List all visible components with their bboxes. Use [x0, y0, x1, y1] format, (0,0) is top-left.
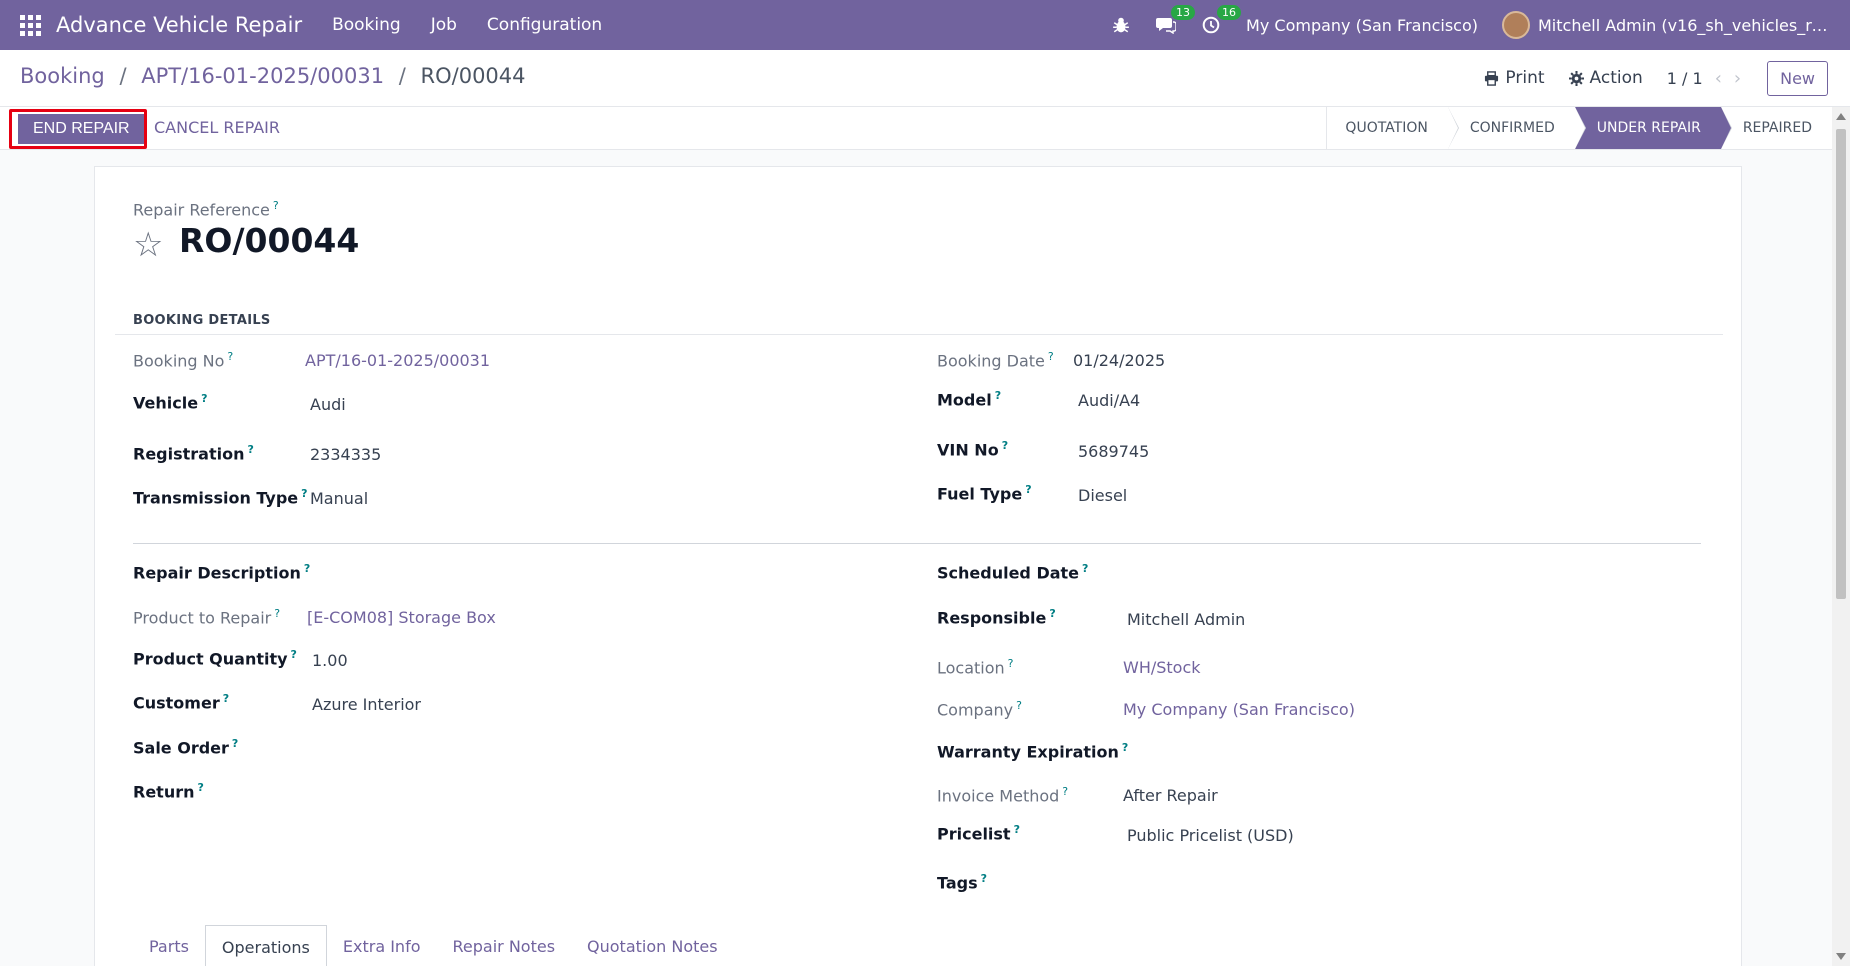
- stage-confirmed[interactable]: CONFIRMED: [1447, 107, 1586, 149]
- vin-no-label: VIN No?: [937, 439, 1009, 460]
- debug-bug-icon[interactable]: [1112, 16, 1130, 34]
- group-divider: [133, 543, 1701, 544]
- repair-reference-value: RO/00044: [179, 221, 360, 260]
- product-to-repair-label: Product to Repair?: [133, 607, 281, 628]
- booking-date-value[interactable]: 01/24/2025: [1073, 351, 1165, 370]
- pricelist-label: Pricelist?: [937, 823, 1020, 844]
- breadcrumb: Booking / APT/16-01-2025/00031 / RO/0004…: [20, 64, 526, 88]
- breadcrumb-current: RO/00044: [420, 64, 526, 88]
- tab-extra-info[interactable]: Extra Info: [327, 925, 437, 966]
- tab-parts[interactable]: Parts: [133, 925, 205, 966]
- pager-next-icon[interactable]: ›: [1734, 68, 1741, 89]
- sale-order-label: Sale Order?: [133, 737, 239, 758]
- stage-pipeline: QUOTATION CONFIRMED UNDER REPAIR REPAIRE…: [1326, 107, 1832, 149]
- pricelist-value[interactable]: Public Pricelist (USD): [1127, 826, 1294, 845]
- registration-label: Registration?: [133, 443, 254, 464]
- activities-clock-icon[interactable]: 16: [1202, 5, 1242, 34]
- location-label: Location?: [937, 657, 1014, 678]
- apps-grid-icon[interactable]: [18, 13, 42, 37]
- repair-reference-label: Repair Reference?: [133, 199, 279, 220]
- breadcrumb-booking[interactable]: Booking: [20, 64, 105, 88]
- repair-description-label: Repair Description?: [133, 562, 311, 583]
- product-quantity-value[interactable]: 1.00: [312, 651, 348, 670]
- tags-label: Tags?: [937, 872, 988, 893]
- warranty-expiration-label: Warranty Expiration?: [937, 741, 1129, 762]
- scroll-up-arrow-icon[interactable]: [1836, 113, 1846, 120]
- booking-no-label: Booking No?: [133, 350, 234, 371]
- user-menu[interactable]: Mitchell Admin (v16_sh_vehicles_repair_m…: [1538, 16, 1836, 35]
- messages-chat-icon[interactable]: 13: [1156, 5, 1196, 34]
- tab-quotation-notes[interactable]: Quotation Notes: [571, 925, 734, 966]
- cancel-repair-button[interactable]: CANCEL REPAIR: [154, 118, 280, 137]
- user-avatar[interactable]: [1502, 11, 1530, 39]
- model-value[interactable]: Audi/A4: [1078, 391, 1140, 410]
- customer-value[interactable]: Azure Interior: [312, 695, 421, 714]
- print-button[interactable]: Print: [1484, 68, 1545, 88]
- end-repair-highlight-box: [9, 109, 147, 149]
- action-label: Action: [1589, 68, 1643, 88]
- transmission-type-value[interactable]: Manual: [310, 489, 368, 508]
- control-panel: Booking / APT/16-01-2025/00031 / RO/0004…: [0, 50, 1850, 107]
- activities-count-badge: 16: [1217, 5, 1242, 20]
- product-to-repair-value[interactable]: [E-COM08] Storage Box: [307, 608, 496, 627]
- tab-repair-notes[interactable]: Repair Notes: [437, 925, 572, 966]
- customer-label: Customer?: [133, 692, 230, 713]
- pager-value[interactable]: 1 / 1: [1667, 69, 1703, 88]
- stage-under-repair[interactable]: UNDER REPAIR: [1574, 107, 1732, 149]
- stage-quotation[interactable]: QUOTATION: [1327, 107, 1460, 149]
- messages-count-badge: 13: [1171, 5, 1196, 20]
- breadcrumb-separator: /: [119, 64, 127, 88]
- gear-icon: [1568, 70, 1584, 86]
- vehicle-value[interactable]: Audi: [310, 395, 346, 414]
- responsible-label: Responsible?: [937, 607, 1056, 628]
- scroll-down-arrow-icon[interactable]: [1836, 953, 1846, 960]
- tab-operations[interactable]: Operations: [204, 925, 327, 966]
- page-scrollbar[interactable]: [1832, 107, 1850, 966]
- fuel-type-value[interactable]: Diesel: [1078, 486, 1127, 505]
- invoice-method-value[interactable]: After Repair: [1123, 786, 1218, 805]
- booking-date-label: Booking Date?: [937, 350, 1054, 371]
- booking-no-value[interactable]: APT/16-01-2025/00031: [305, 351, 490, 370]
- invoice-method-label: Invoice Method?: [937, 785, 1069, 806]
- booking-details-heading: BOOKING DETAILS: [133, 313, 271, 328]
- top-navbar: Advance Vehicle Repair Booking Job Confi…: [0, 0, 1850, 50]
- menu-job[interactable]: Job: [431, 15, 457, 35]
- responsible-value[interactable]: Mitchell Admin: [1127, 610, 1245, 629]
- transmission-type-label: Transmission Type?: [133, 487, 308, 508]
- form-sheet: Repair Reference? ☆ RO/00044 BOOKING DET…: [94, 166, 1742, 966]
- pager-prev-icon[interactable]: ‹: [1715, 68, 1722, 89]
- print-icon: [1485, 70, 1499, 86]
- scroll-thumb[interactable]: [1836, 129, 1846, 599]
- company-label: Company?: [937, 699, 1022, 720]
- stage-repaired[interactable]: REPAIRED: [1720, 107, 1832, 149]
- new-button[interactable]: New: [1767, 60, 1828, 96]
- company-switcher[interactable]: My Company (San Francisco): [1246, 16, 1478, 35]
- favorite-star-icon[interactable]: ☆: [133, 225, 163, 265]
- status-bar: END REPAIR CANCEL REPAIR QUOTATION CONFI…: [0, 107, 1832, 150]
- notebook-tabs: Parts Operations Extra Info Repair Notes…: [133, 925, 734, 966]
- print-label: Print: [1505, 68, 1545, 88]
- product-quantity-label: Product Quantity?: [133, 648, 297, 669]
- location-value[interactable]: WH/Stock: [1123, 658, 1201, 677]
- breadcrumb-booking-record[interactable]: APT/16-01-2025/00031: [141, 64, 384, 88]
- model-label: Model?: [937, 389, 1002, 410]
- app-title[interactable]: Advance Vehicle Repair: [56, 13, 302, 37]
- vin-no-value[interactable]: 5689745: [1078, 442, 1149, 461]
- fuel-type-label: Fuel Type?: [937, 483, 1032, 504]
- menu-configuration[interactable]: Configuration: [487, 15, 602, 35]
- breadcrumb-separator: /: [398, 64, 406, 88]
- action-button[interactable]: Action: [1568, 68, 1643, 88]
- section-divider: [115, 334, 1723, 335]
- menu-booking[interactable]: Booking: [332, 15, 401, 35]
- registration-value[interactable]: 2334335: [310, 445, 381, 464]
- return-label: Return?: [133, 781, 204, 802]
- company-value[interactable]: My Company (San Francisco): [1123, 700, 1355, 719]
- vehicle-label: Vehicle?: [133, 392, 208, 413]
- scheduled-date-label: Scheduled Date?: [937, 562, 1089, 583]
